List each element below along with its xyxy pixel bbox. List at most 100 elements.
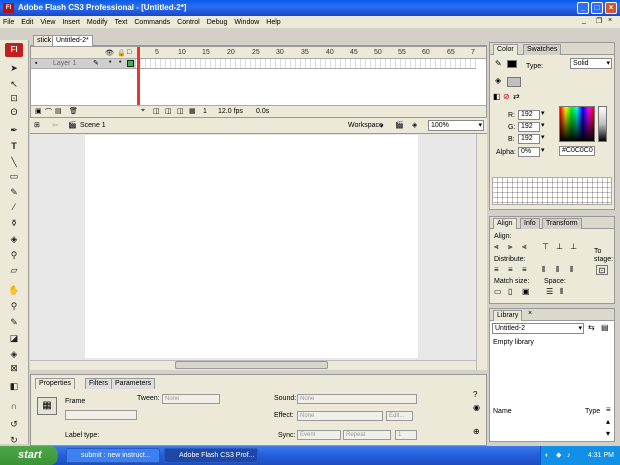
selection-tool-icon[interactable]: ➤: [7, 62, 21, 75]
outline-icon[interactable]: □: [127, 49, 131, 56]
frame-grid[interactable]: [136, 59, 476, 69]
menu-file[interactable]: File: [3, 19, 14, 26]
color-type-select[interactable]: Solid: [570, 58, 612, 69]
menu-text[interactable]: Text: [115, 19, 128, 26]
no-color-icon[interactable]: ⊘: [503, 92, 510, 102]
menu-edit[interactable]: Edit: [21, 19, 33, 26]
layer-name[interactable]: Layer 1: [53, 60, 76, 67]
start-button[interactable]: start: [0, 446, 58, 465]
tab-parameters[interactable]: Parameters: [111, 378, 156, 389]
zoom-select[interactable]: 100%: [428, 120, 484, 131]
match-height-icon[interactable]: ▯: [508, 287, 512, 297]
stroke-color-icon[interactable]: ✎: [7, 316, 21, 329]
tray-icon[interactable]: ◐: [545, 446, 549, 465]
lasso-tool-icon[interactable]: ʘ: [7, 106, 21, 119]
snap-magnet-icon[interactable]: ∩: [7, 400, 21, 413]
help-icon[interactable]: ?: [473, 390, 477, 399]
align-right-icon[interactable]: ⫷: [522, 242, 527, 252]
edit-symbols-icon[interactable]: ◈: [412, 121, 417, 129]
paint-bucket-tool-icon[interactable]: ◈: [7, 233, 21, 246]
g-stepper-icon[interactable]: ▾: [541, 121, 545, 129]
layer-dot-icon[interactable]: •: [109, 59, 111, 66]
menu-modify[interactable]: Modify: [87, 19, 108, 26]
menu-help[interactable]: Help: [266, 19, 280, 26]
align-hcenter-icon[interactable]: ⫸: [508, 242, 513, 252]
tab-swatches[interactable]: Swatches: [523, 44, 562, 55]
ink-bottle-tool-icon[interactable]: ⚱: [7, 217, 21, 230]
library-col-name[interactable]: Name: [493, 408, 512, 415]
space-horizontal-icon[interactable]: ⦀: [560, 287, 564, 297]
new-library-icon[interactable]: ▤: [601, 323, 609, 333]
frame-name-input[interactable]: [65, 410, 137, 420]
eraser-tool-icon[interactable]: ▱: [7, 264, 21, 277]
lock-icon[interactable]: 🔒: [117, 49, 126, 57]
zoom-tool-icon[interactable]: ⚲: [7, 300, 21, 313]
expand-icon[interactable]: ⊕: [473, 427, 480, 436]
no-color-icon[interactable]: ⊠: [7, 362, 21, 375]
timeline-toggle-icon[interactable]: ⊞: [34, 121, 40, 129]
eyedropper-tool-icon[interactable]: ⚲: [7, 249, 21, 262]
onion-outline-icon[interactable]: ◫: [165, 107, 172, 115]
layer-lock-dot-icon[interactable]: •: [119, 59, 121, 66]
menu-insert[interactable]: Insert: [62, 19, 80, 26]
close-library-icon[interactable]: ×: [528, 310, 532, 317]
to-stage-toggle-icon[interactable]: ⊡: [596, 265, 608, 275]
tab-filters[interactable]: Filters: [85, 378, 113, 389]
tab-align[interactable]: Align: [493, 218, 517, 229]
hand-tool-icon[interactable]: ✋: [7, 284, 21, 297]
insert-layer-icon[interactable]: ▣: [35, 107, 42, 115]
effect-select[interactable]: None: [297, 411, 383, 421]
distribute-bottom-icon[interactable]: ≡: [522, 265, 527, 275]
stage[interactable]: [85, 135, 418, 358]
tab-transform[interactable]: Transform: [542, 218, 582, 229]
delete-layer-icon[interactable]: 🗑: [69, 107, 78, 115]
modify-markers-icon[interactable]: ▦: [189, 107, 196, 115]
subselection-tool-icon[interactable]: ↖: [7, 78, 21, 91]
fill-swatch[interactable]: [507, 77, 521, 87]
line-tool-icon[interactable]: ╲: [7, 156, 21, 169]
workspace-chevron-icon[interactable]: ▾: [380, 122, 384, 130]
sync-select[interactable]: Event: [297, 430, 341, 440]
distribute-top-icon[interactable]: ≡: [494, 265, 499, 275]
r-stepper-icon[interactable]: ▾: [541, 109, 545, 117]
space-vertical-icon[interactable]: ☰: [546, 287, 553, 297]
motion-guide-icon[interactable]: ⌒: [45, 107, 52, 117]
back-arrow-icon[interactable]: ⇦: [52, 121, 58, 129]
r-input[interactable]: 192: [518, 110, 540, 120]
minimize-button[interactable]: _: [577, 2, 589, 14]
edit-effect-button[interactable]: Edit...: [386, 411, 413, 421]
distribute-hcenter-icon[interactable]: ⦀: [556, 265, 560, 275]
layer-row[interactable]: ▪ Layer 1 ✎ • •: [31, 59, 136, 69]
g-input[interactable]: 192: [518, 122, 540, 132]
library-doc-select[interactable]: Untitled-2: [492, 323, 584, 334]
menu-control[interactable]: Control: [177, 19, 200, 26]
fill-color-icon[interactable]: ◪: [7, 332, 21, 345]
free-transform-tool-icon[interactable]: ⊡: [7, 92, 21, 105]
horizontal-scroll-thumb[interactable]: [175, 361, 328, 369]
tab-untitled-2[interactable]: Untitled-2*: [52, 35, 93, 46]
fill-bucket-icon[interactable]: ◈: [7, 348, 21, 361]
distribute-vcenter-icon[interactable]: ≡: [508, 265, 513, 275]
pencil-tool-icon[interactable]: ✎: [7, 186, 21, 199]
distribute-right-icon[interactable]: ⦀: [570, 265, 574, 275]
menu-debug[interactable]: Debug: [207, 19, 228, 26]
match-both-icon[interactable]: ▣: [522, 287, 530, 297]
layer-outline-color[interactable]: [127, 60, 134, 67]
hex-input[interactable]: #C0C0C0: [559, 146, 595, 156]
repeat-count-input[interactable]: 1: [395, 430, 417, 440]
distribute-left-icon[interactable]: ⦀: [542, 265, 546, 275]
black-white-icon[interactable]: ◧: [493, 92, 501, 102]
task-flash[interactable]: Adobe Flash CS3 Prof...: [164, 448, 258, 463]
center-frame-icon[interactable]: ⌖: [141, 107, 145, 115]
maximize-button[interactable]: □: [591, 2, 603, 14]
sound-select[interactable]: None: [297, 394, 417, 404]
pin-library-icon[interactable]: ⇆: [588, 323, 595, 333]
rectangle-tool-icon[interactable]: ▭: [7, 170, 21, 183]
stroke-pencil-icon[interactable]: ✎: [495, 59, 502, 69]
tab-library[interactable]: Library: [493, 310, 523, 321]
text-tool-icon[interactable]: T: [7, 140, 21, 153]
align-bottom-icon[interactable]: ⊥: [570, 242, 577, 252]
doc-minimize-button[interactable]: _: [582, 17, 586, 24]
menu-window[interactable]: Window: [234, 19, 259, 26]
alpha-input[interactable]: 0%: [518, 147, 540, 157]
